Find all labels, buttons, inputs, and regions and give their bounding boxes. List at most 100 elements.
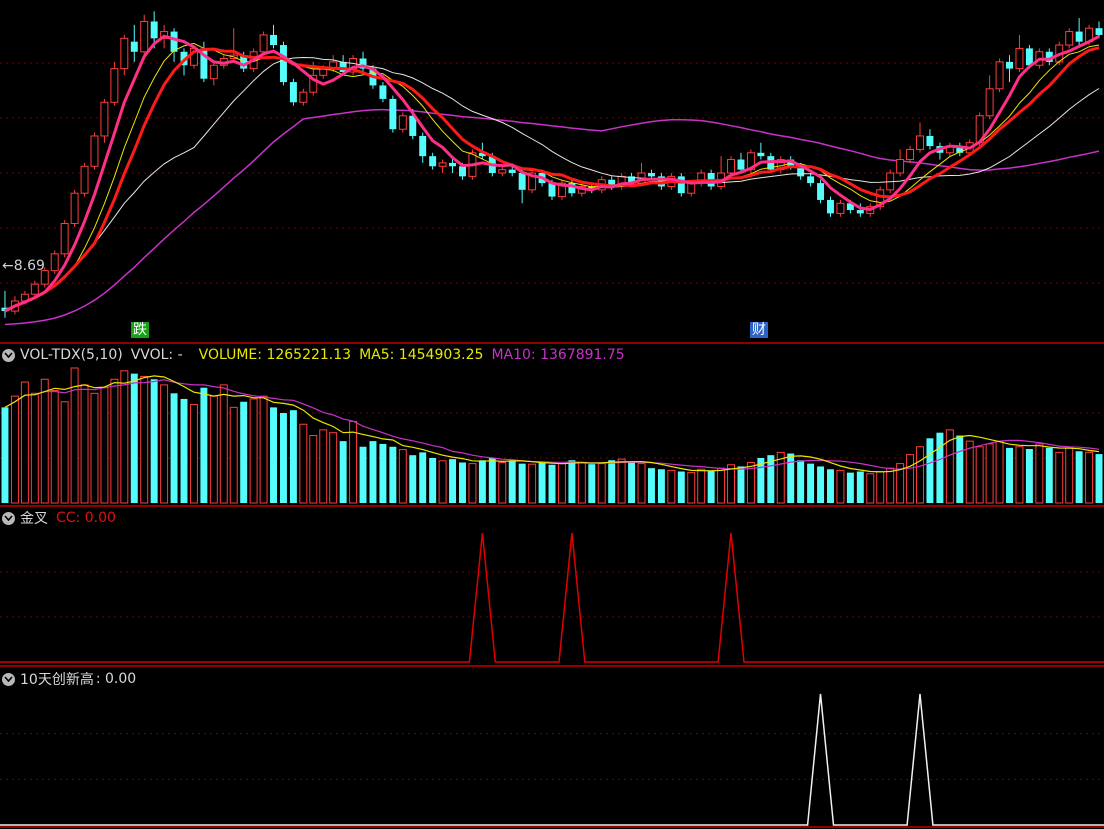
candle-body-up — [209, 64, 218, 80]
candle-body-up — [1065, 31, 1074, 46]
volume-ma5-value: MA5: 1454903.25 — [359, 347, 484, 363]
volume-bar-down — [419, 452, 427, 503]
candle-body-down — [279, 45, 287, 83]
volume-bar-up — [60, 401, 69, 504]
volume-bar-down — [628, 461, 636, 503]
candle-body-up — [498, 169, 507, 174]
candle-body-up — [80, 165, 89, 194]
volume-bar-down — [1006, 447, 1013, 503]
chevron-down-icon[interactable] — [2, 511, 15, 525]
volume-bar-up — [667, 469, 676, 504]
candle-body-down — [170, 31, 178, 52]
vvol-value: VVOL: - — [130, 347, 183, 363]
candle-body-down — [1025, 48, 1033, 66]
volume-bar-up — [438, 460, 447, 504]
gold-cross-panel-header: 金叉 CC: 0.00 — [0, 509, 124, 527]
gold-cross-line — [0, 532, 1104, 663]
candle-body-down — [647, 173, 655, 177]
volume-bar-down — [846, 472, 854, 503]
candle-body-up — [100, 101, 109, 137]
volume-bar-up — [577, 462, 586, 504]
volume-bar-up — [717, 467, 726, 504]
volume-bar-down — [240, 401, 248, 503]
volume-bar-up — [727, 464, 736, 504]
new-high-panel-header: 10天创新高 : 0.00 — [0, 670, 144, 688]
candle-body-down — [737, 159, 745, 170]
candle-body-down — [827, 199, 834, 214]
volume-bar-up — [906, 454, 915, 504]
event-tag-finance[interactable]: 财 — [750, 322, 768, 338]
volume-bar-up — [398, 449, 407, 504]
candle-body-up — [70, 192, 79, 225]
volume-bar-up — [20, 381, 29, 504]
volume-bar-down — [647, 468, 655, 503]
candle-body-up — [30, 283, 39, 295]
candle-body-down — [459, 166, 466, 177]
volume-bar-up — [687, 472, 696, 504]
volume-bar-down — [389, 446, 397, 503]
chart-stage — [0, 11, 1104, 828]
candle-body-up — [90, 135, 99, 167]
volume-bar-up — [617, 458, 626, 504]
candle-body-up — [727, 159, 736, 174]
volume-bar-down — [956, 435, 964, 503]
candle-body-up — [985, 88, 994, 117]
volume-panel-header: VOL-TDX(5,10) VVOL: - VOLUME: 1265221.13… — [0, 346, 633, 364]
event-tag-fall[interactable]: 跌 — [131, 322, 149, 338]
volume-indicator-name[interactable]: VOL-TDX(5,10) — [20, 347, 123, 363]
volume-bar-down — [817, 466, 825, 503]
volume-bar-up — [70, 367, 79, 504]
candle-body-down — [926, 135, 934, 147]
volume-bar-down — [657, 469, 665, 503]
candle-body-up — [896, 159, 905, 174]
chevron-down-icon[interactable] — [2, 672, 15, 686]
volume-bar-down — [180, 398, 188, 503]
volume-bar-down — [538, 462, 546, 503]
moving-average-lines — [4, 34, 1100, 313]
volume-bar-down — [1075, 451, 1083, 503]
candle-body-down — [339, 61, 347, 72]
candle-body-up — [398, 115, 407, 130]
candle-body-up — [60, 223, 69, 255]
volume-bar-up — [189, 404, 198, 504]
volume-value: VOLUME: 1265221.13 — [198, 347, 352, 363]
candle-body-down — [518, 173, 526, 190]
volume-bar-up — [40, 378, 49, 504]
candle-body-up — [1015, 47, 1024, 70]
volume-bar-up — [498, 462, 507, 504]
volume-bar-down — [130, 373, 138, 503]
price-low-label: ←8.69 — [2, 258, 45, 274]
candle-body-down — [429, 156, 437, 167]
candle-body-down — [419, 135, 427, 157]
volume-bar-up — [309, 435, 318, 504]
volume-bar-up — [528, 463, 537, 504]
gold-cross-title[interactable]: 金叉 — [20, 508, 48, 528]
candle-body-up — [120, 37, 129, 70]
volume-bar-down — [827, 469, 834, 503]
volume-bar-up — [886, 467, 895, 504]
volume-bar-down — [1095, 454, 1103, 503]
volume-bar-down — [508, 460, 516, 503]
volume-bars[interactable] — [1, 367, 1103, 504]
volume-bar-down — [1045, 447, 1053, 503]
volume-bar-down — [459, 462, 466, 503]
candle-body-up — [299, 91, 308, 103]
chevron-down-icon[interactable] — [2, 348, 15, 362]
volume-bar-up — [209, 395, 218, 504]
gold-cross-signal — [0, 532, 1104, 663]
volume-bar-up — [637, 463, 646, 504]
volume-bar-up — [985, 443, 994, 504]
volume-bar-down — [797, 460, 805, 503]
volume-bar-up — [916, 446, 924, 504]
volume-bar-up — [836, 469, 845, 504]
volume-bar-up — [1055, 451, 1064, 504]
candle-body-up — [906, 148, 915, 161]
volume-bar-up — [697, 468, 706, 504]
volume-bar-up — [1035, 443, 1044, 504]
new-high-title[interactable]: 10天创新高 — [20, 669, 94, 689]
candle-body-up — [140, 20, 149, 53]
volume-bar-up — [319, 429, 328, 504]
volume-bar-down — [1025, 449, 1033, 503]
volume-bar-up — [299, 423, 308, 504]
volume-bar-down — [677, 471, 685, 503]
